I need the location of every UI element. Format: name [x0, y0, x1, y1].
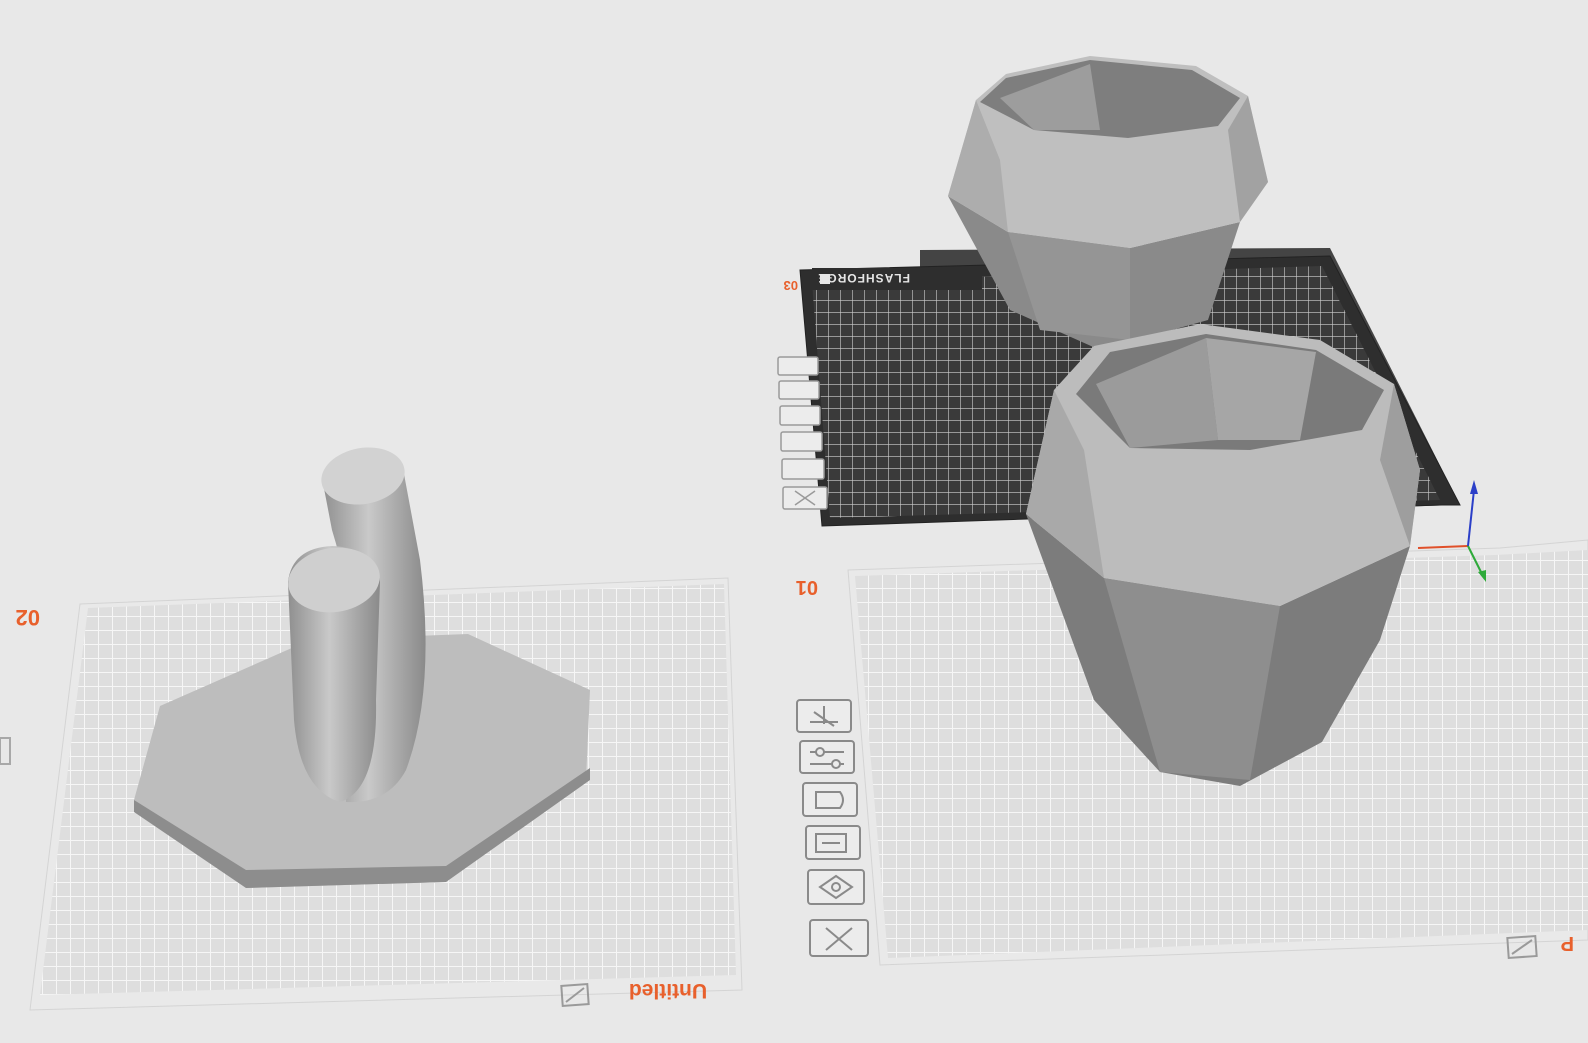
3d-viewport[interactable]: 02 Untitled 01 P FLASHFORGE 03	[0, 0, 1588, 1043]
plate-01-number: 01	[796, 576, 818, 598]
delete-plate-icon[interactable]	[782, 486, 828, 510]
plate-view-icon[interactable]	[781, 458, 825, 480]
slice-preview-icon[interactable]	[805, 825, 861, 860]
arrange-icon[interactable]	[796, 699, 852, 733]
slice-preview-icon[interactable]	[780, 431, 823, 452]
plate-01-name: P	[1561, 932, 1574, 954]
arrange-icon[interactable]	[777, 356, 819, 376]
plate-02-number: 02	[16, 605, 40, 630]
plate-03-logo-icon	[820, 274, 830, 284]
plate-view-icon[interactable]	[807, 869, 865, 905]
auto-orient-icon[interactable]	[779, 405, 821, 426]
settings-icon[interactable]	[799, 740, 855, 774]
scene-canvas[interactable]: 02 Untitled 01 P FLASHFORGE 03	[0, 0, 1588, 1043]
plate-02-name: Untitled	[629, 979, 707, 1002]
vase-front-inner-wall-right	[1206, 338, 1316, 440]
settings-icon[interactable]	[778, 380, 820, 400]
auto-orient-icon[interactable]	[802, 782, 858, 817]
plate-03-number: 03	[784, 278, 798, 293]
delete-plate-icon[interactable]	[809, 919, 869, 957]
plate-03-brand: FLASHFORGE	[817, 271, 910, 285]
